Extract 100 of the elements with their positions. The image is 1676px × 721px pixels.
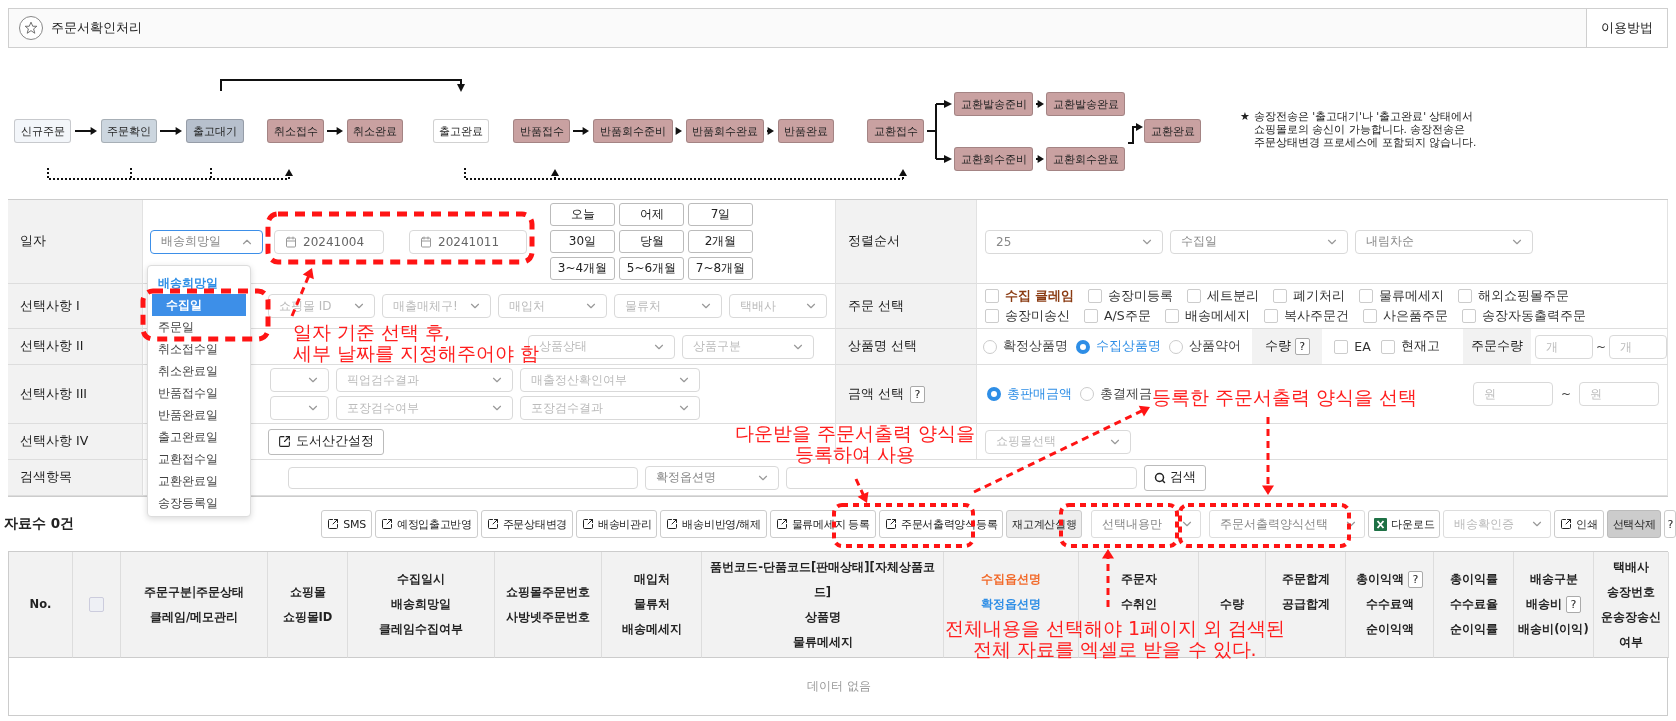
period-button[interactable]: 5~6개월 <box>619 257 684 280</box>
quantity-field[interactable]: 개 <box>1534 334 1593 359</box>
amount-field[interactable]: 원 <box>1579 382 1660 406</box>
quantity-field[interactable]: 개 <box>1609 334 1667 359</box>
period-button[interactable]: 30일 <box>550 230 615 253</box>
header-text: 수집옵션명 <box>981 571 1041 588</box>
toolbar-button[interactable]: 선택삭제 <box>1606 510 1662 538</box>
checkbox[interactable] <box>1263 309 1278 323</box>
checkbox[interactable] <box>985 289 999 303</box>
status-node: 출고대기 <box>186 119 244 143</box>
note-text: 송장전송은 '출고대기'나 '출고완료' 상태에서 쇼핑몰로의 송신이 가능합니다. 송장전송은 주문상태변경 프로세스에 포함되지 않습니다. <box>1253 110 1477 149</box>
period-button[interactable]: 어제 <box>619 203 684 226</box>
range-tilde: ~ <box>1561 387 1572 401</box>
arrow <box>159 127 182 135</box>
status-node: 교환발송준비 <box>954 92 1033 116</box>
help-icon[interactable]: ? <box>1408 571 1423 588</box>
checkbox-label: 세트분리 <box>1207 287 1260 305</box>
checkbox[interactable] <box>1380 339 1395 354</box>
calendar-icon <box>285 235 297 248</box>
select-field[interactable] <box>270 396 329 420</box>
header-text: 순이익액 <box>1365 621 1414 638</box>
dropdown-item[interactable]: 교환완료일 <box>152 470 246 492</box>
select-field[interactable]: 25 <box>985 229 1163 254</box>
date-field[interactable]: 20241004 <box>274 229 384 254</box>
radio-button[interactable] <box>983 339 997 354</box>
dropdown-item[interactable]: 반품접수일 <box>152 382 246 404</box>
download-button[interactable]: 다운로드 <box>1368 510 1441 538</box>
help-button[interactable]: ? <box>1664 510 1676 538</box>
select-field[interactable]: 내림차순 <box>1355 229 1533 254</box>
checkbox[interactable] <box>1187 289 1202 303</box>
remote-area-button[interactable]: 도서산간설정 <box>268 428 384 455</box>
dropdown-item[interactable]: 반품완료일 <box>152 404 246 426</box>
header-text: 수수료액 <box>1365 596 1414 613</box>
checkbox[interactable] <box>985 309 999 323</box>
search-field[interactable] <box>288 466 638 489</box>
dropdown-item[interactable]: 송장등록일 <box>152 492 246 514</box>
toolbar-button[interactable]: SMS <box>321 510 372 538</box>
header-text: 운송장송신여부 <box>1600 608 1662 651</box>
radio-button[interactable] <box>987 387 1001 401</box>
date-field[interactable]: 20241011 <box>409 229 527 254</box>
checkbox[interactable] <box>1458 289 1473 303</box>
help-icon[interactable]: ? <box>1566 596 1581 613</box>
checkbox[interactable] <box>1164 309 1179 323</box>
checkbox[interactable] <box>1084 309 1098 323</box>
checkbox[interactable] <box>89 597 104 612</box>
checkbox[interactable] <box>1334 339 1349 354</box>
dropdown-item[interactable]: 교환접수일 <box>152 448 246 470</box>
radio-button[interactable] <box>1076 339 1090 354</box>
checkbox[interactable] <box>1461 309 1476 323</box>
arrow <box>326 127 343 135</box>
checkbox[interactable] <box>1088 289 1103 303</box>
period-button[interactable]: 당월 <box>619 230 684 253</box>
annotation-text: 전체내용을 선택해야 1페이지 외 검색된 전체 자료를 엑셀로 받을 수 있다. <box>943 618 1287 660</box>
checkbox[interactable] <box>1359 289 1374 303</box>
period-button[interactable]: 2개월 <box>688 230 753 253</box>
header-text: 총이익액 <box>1356 571 1404 588</box>
header-text: 상품명 <box>804 608 841 626</box>
status-node: 교환회수완료 <box>1046 147 1125 171</box>
status-node: 신규주문 <box>14 119 71 143</box>
select-field[interactable] <box>270 368 329 392</box>
period-button[interactable]: 3~4개월 <box>550 257 615 280</box>
status-node: 반품회수완료 <box>686 119 764 143</box>
status-node: 취소완료 <box>347 119 403 143</box>
dropdown-item[interactable]: 주문일 <box>152 316 246 338</box>
range-tilde: ~ <box>1595 339 1606 354</box>
row-label: 선택사항 IV <box>20 433 89 450</box>
dropdown-item[interactable]: 취소접수일 <box>152 338 246 360</box>
period-button[interactable]: 7일 <box>688 203 753 226</box>
toolbar-button[interactable]: 배송비관리 <box>575 510 658 538</box>
select-field[interactable]: 수집일 <box>1170 229 1348 254</box>
radio-button[interactable] <box>1080 387 1094 401</box>
select-field[interactable]: 배송희망일 <box>150 229 263 254</box>
period-button[interactable]: 오늘 <box>550 203 615 226</box>
toolbar-button[interactable]: 주문서출력양식등록 <box>878 510 1004 538</box>
radio-button[interactable] <box>1169 339 1183 354</box>
dropdown-item[interactable]: 배송희망일 <box>152 272 246 294</box>
checkbox-label: 해외쇼핑몰주문 <box>1478 287 1570 305</box>
help-button[interactable]: 이용방법 <box>1586 9 1667 47</box>
status-node: 반품접수 <box>513 119 570 143</box>
select-field[interactable]: 확정옵션명 <box>645 465 779 490</box>
toolbar-button[interactable]: 물류메세지 등록 <box>769 510 876 538</box>
help-icon[interactable]: ? <box>910 385 925 403</box>
period-button[interactable]: 7~8개월 <box>688 257 753 280</box>
help-icon[interactable]: ? <box>1294 338 1310 355</box>
toolbar-button[interactable]: 주문상태변경 <box>480 510 573 538</box>
toolbar-button[interactable]: 배송비반영/해제 <box>660 510 767 538</box>
toolbar-button[interactable]: 예정입출고반영 <box>374 510 478 538</box>
amount-field[interactable]: 원 <box>1473 382 1553 406</box>
branch-arrow <box>926 100 952 163</box>
checkbox[interactable] <box>1362 309 1377 323</box>
search-field[interactable] <box>786 466 1137 489</box>
toolbar-button[interactable]: 재고계산실행 <box>1006 510 1083 538</box>
checkbox[interactable] <box>1273 289 1288 303</box>
header-text: 공급합계 <box>1281 596 1330 613</box>
select-field[interactable]: 선택내용만 <box>1091 510 1202 538</box>
search-button[interactable]: 검색 <box>1144 464 1206 491</box>
toolbar-button[interactable]: 인쇄 <box>1554 510 1604 538</box>
dropdown-item[interactable]: 출고완료일 <box>152 426 246 448</box>
select-field[interactable]: 주문서출력양식선택 <box>1209 510 1366 538</box>
dropdown-item[interactable]: 취소완료일 <box>152 360 246 382</box>
